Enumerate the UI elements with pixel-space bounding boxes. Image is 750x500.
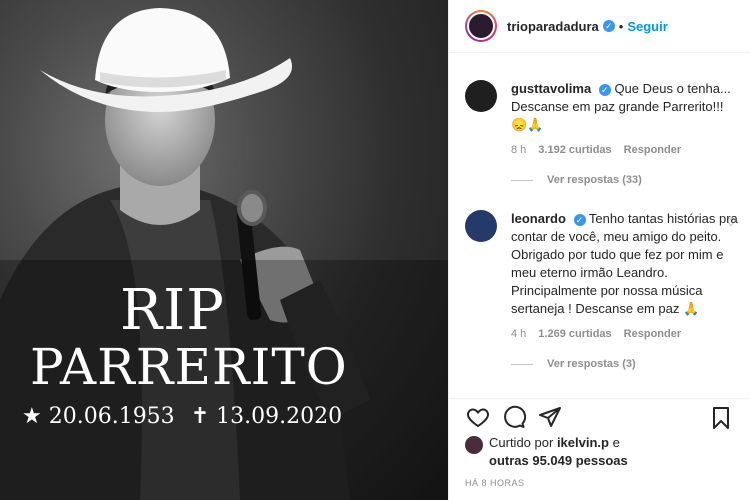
send-icon bbox=[539, 407, 561, 427]
post-actions bbox=[449, 398, 750, 435]
birth-date: ★ 20.06.1953 bbox=[22, 404, 175, 429]
comment-avatar[interactable] bbox=[465, 210, 497, 242]
instagram-post: RIP PARRERITO ★ 20.06.1953 ✝ 13.09.2020 … bbox=[0, 0, 750, 500]
view-replies-label: Ver respostas (33) bbox=[547, 174, 642, 186]
heart-icon bbox=[467, 408, 489, 428]
reply-button[interactable]: Responder bbox=[624, 328, 681, 340]
like-button[interactable] bbox=[461, 402, 495, 432]
comment-avatar[interactable] bbox=[465, 80, 497, 112]
post-author-username[interactable]: trioparadadura bbox=[507, 19, 599, 34]
view-replies-button[interactable]: Ver respostas (33) bbox=[511, 174, 740, 186]
separator-dot: • bbox=[618, 18, 624, 34]
post-header: trioparadadura ✓ • Seguir bbox=[449, 0, 750, 53]
comment-body: leonardo ✓ Tenho tantas histórias pra co… bbox=[511, 210, 740, 318]
view-replies-button[interactable]: Ver respostas (3) bbox=[511, 358, 740, 370]
rip-name: PARRERITO bbox=[30, 338, 348, 396]
comment-time[interactable]: 4 h bbox=[511, 328, 526, 340]
comment-item: leonardo ✓ Tenho tantas histórias pra co… bbox=[465, 210, 740, 370]
comment-item: gusttavolima ✓ Que Deus o tenha... Desca… bbox=[465, 80, 740, 186]
follow-button[interactable]: Seguir bbox=[627, 19, 667, 34]
verified-badge-icon: ✓ bbox=[598, 83, 611, 96]
likes-others-count[interactable]: outras 95.049 pessoas bbox=[489, 453, 628, 468]
reply-button[interactable]: Responder bbox=[624, 144, 681, 156]
likes-conjunction: e bbox=[612, 435, 620, 450]
replies-divider bbox=[511, 179, 533, 181]
comments-list[interactable]: gusttavolima ✓ Que Deus o tenha... Desca… bbox=[449, 52, 750, 396]
post-image[interactable]: RIP PARRERITO ★ 20.06.1953 ✝ 13.09.2020 bbox=[0, 0, 448, 500]
comment-username[interactable]: gusttavolima bbox=[511, 81, 591, 96]
verified-badge-icon: ✓ bbox=[602, 20, 615, 32]
comment-meta: 4 h 1.269 curtidas Responder bbox=[511, 328, 740, 340]
liker-username[interactable]: ikelvin.p bbox=[557, 435, 609, 450]
comment-bubble-icon bbox=[504, 405, 526, 428]
profile-avatar[interactable] bbox=[465, 10, 497, 42]
verified-badge-icon: ✓ bbox=[573, 213, 586, 226]
comment-time[interactable]: 8 h bbox=[511, 144, 526, 156]
likes-summary: Curtido por ikelvin.p e outras 95.049 pe… bbox=[465, 434, 740, 470]
rip-title: RIP bbox=[120, 278, 225, 343]
comment-likes[interactable]: 1.269 curtidas bbox=[538, 328, 611, 340]
comment-meta: 8 h 3.192 curtidas Responder bbox=[511, 144, 740, 156]
save-button[interactable] bbox=[704, 403, 738, 433]
rip-dates: ★ 20.06.1953 ✝ 13.09.2020 bbox=[22, 404, 448, 429]
comment-like-heart-icon[interactable]: ♡ bbox=[726, 216, 736, 229]
post-timestamp[interactable]: HÁ 8 HORAS bbox=[465, 478, 525, 488]
post-side-panel: trioparadadura ✓ • Seguir gusttavolima ✓… bbox=[448, 0, 750, 500]
liker-avatar[interactable] bbox=[465, 436, 483, 454]
view-replies-label: Ver respostas (3) bbox=[547, 358, 636, 370]
replies-divider bbox=[511, 363, 533, 365]
comment-likes[interactable]: 3.192 curtidas bbox=[538, 144, 611, 156]
bookmark-icon bbox=[713, 407, 729, 429]
comment-button[interactable] bbox=[497, 402, 531, 432]
comment-text: Tenho tantas histórias pra contar de voc… bbox=[511, 211, 738, 316]
likes-prefix: Curtido por bbox=[489, 435, 554, 450]
share-button[interactable] bbox=[533, 402, 567, 432]
comment-body: gusttavolima ✓ Que Deus o tenha... Desca… bbox=[511, 80, 740, 134]
comment-username[interactable]: leonardo bbox=[511, 211, 566, 226]
death-date: ✝ 13.09.2020 bbox=[190, 404, 343, 429]
likes-text: Curtido por ikelvin.p e outras 95.049 pe… bbox=[489, 434, 628, 470]
